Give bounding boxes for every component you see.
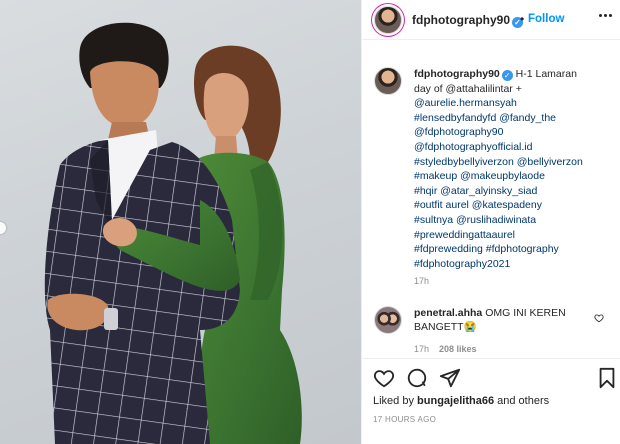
comment-likes[interactable]: 208 likes (439, 344, 477, 354)
caption-line-4[interactable]: @fdphotography90 (414, 126, 503, 138)
caption-line-3[interactable]: #lensedbyfandyfd @fandy_the (414, 112, 556, 124)
heart-icon[interactable] (373, 367, 395, 389)
separator-dot: • (520, 12, 525, 26)
couple-photo-illustration (44, 22, 302, 444)
liked-by: Liked by bungajelitha66 and others (373, 395, 549, 407)
verified-badge-icon: ✓ (501, 70, 513, 81)
caption-line-2[interactable]: @aurelie.hermansyah (414, 97, 517, 109)
caption-author-avatar[interactable] (374, 67, 402, 95)
caption-line-12[interactable]: #fdprewedding #fdphotography (414, 243, 559, 255)
share-icon[interactable] (439, 367, 461, 389)
comment-username[interactable]: penetral.ahha (414, 307, 482, 319)
caption-line-5[interactable]: @fdphotographyofficial.id (414, 141, 532, 153)
post-actions: Liked by bungajelitha66 and others 17 HO… (362, 358, 620, 444)
author-avatar[interactable] (374, 6, 402, 34)
crying-emoji-icon: 😭 (463, 321, 477, 333)
caption-line-0: H-1 Lamaran (515, 68, 577, 80)
caption-line-11[interactable]: #preweddingattaaurel (414, 229, 515, 241)
caption-line-8[interactable]: #hqir @atar_alyinsky_siad (414, 185, 537, 197)
comment-meta: 17h 208 likes (414, 344, 477, 354)
commenter-avatar[interactable] (374, 306, 402, 334)
liked-suffix[interactable]: and others (497, 395, 549, 407)
post-caption: fdphotography90 ✓ H-1 Lamaran day of @att… (414, 67, 614, 271)
comment-icon[interactable] (406, 367, 428, 389)
post-side-panel: fdphotography90 ✓ • Follow fdphotography9… (361, 0, 620, 444)
author-username-text[interactable]: fdphotography90 (412, 13, 510, 27)
caption-line-13[interactable]: #fdphotography2021 (414, 258, 510, 270)
follow-button[interactable]: Follow (528, 13, 564, 25)
comment-time: 17h (414, 344, 430, 354)
comment-like-heart-icon[interactable] (594, 313, 604, 323)
liked-user[interactable]: bungajelitha66 (417, 395, 494, 407)
caption-username[interactable]: fdphotography90 (414, 68, 500, 80)
caption-line-9[interactable]: #outfit aurel @katespadeny (414, 199, 542, 211)
post-header: fdphotography90 ✓ • Follow (362, 0, 620, 40)
more-options-icon[interactable] (599, 14, 613, 18)
caption-time[interactable]: 17h (414, 276, 429, 286)
author-username[interactable]: fdphotography90 ✓ (412, 13, 523, 28)
post-timestamp[interactable]: 17 HOURS AGO (373, 415, 436, 424)
caption-line-1: day of @attahalilintar + (414, 82, 522, 95)
caption-line-7[interactable]: #makeup @makeupbylaode (414, 170, 545, 182)
caption-line-6[interactable]: #styledbybellyiverzon @bellyiverzon (414, 156, 583, 168)
post-photo[interactable] (0, 0, 361, 444)
comment: penetral.ahha OMG INI KEREN BANGETT😭 (414, 306, 599, 334)
caption-line-10[interactable]: #sultnya @ruslihadiwinata (414, 214, 536, 226)
bookmark-icon[interactable] (596, 367, 618, 389)
liked-prefix: Liked by (373, 395, 414, 407)
